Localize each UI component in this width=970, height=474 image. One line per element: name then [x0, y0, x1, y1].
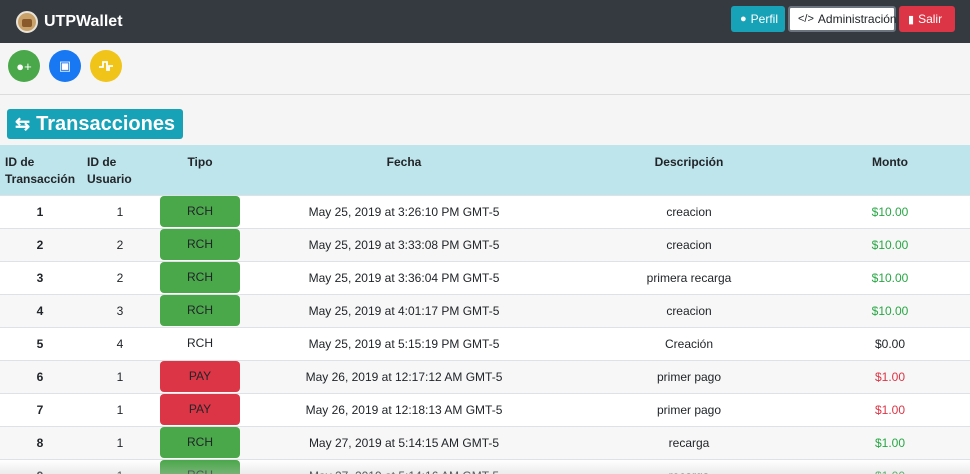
header-monto: Monto: [872, 155, 908, 169]
table-row: 1 1 RCH May 25, 2019 at 3:26:10 PM GMT-5 cre…: [0, 195, 970, 228]
fecha-cell: May 25, 2019 at 3:33:08 PM GMT-5: [308, 237, 500, 252]
transaction-id: 3: [36, 270, 44, 285]
header-user-id: ID de Usuario: [87, 155, 132, 186]
table-row: 3 2 RCH May 25, 2019 at 3:36:04 PM GMT-5 pri…: [0, 261, 970, 294]
transactions-table: ID de Transacción ID de Usuario Tipo Fecha…: [0, 145, 970, 474]
fecha-cell: May 25, 2019 at 5:15:19 PM GMT-5: [308, 336, 500, 351]
user-icon: ●: [740, 13, 747, 25]
action-buttons: ●+ ▣: [8, 50, 122, 82]
descripcion-cell: recarga: [668, 435, 710, 450]
descripcion-cell: primer pago: [656, 369, 722, 384]
monto-cell: $10.00: [871, 270, 909, 285]
section-title: ⇆ Transacciones: [7, 109, 184, 139]
tipo-badge: PAY: [160, 361, 240, 392]
tipo-cell: PAY: [160, 360, 240, 393]
tipo-cell: RCH: [160, 228, 240, 261]
monto-cell: $1.00: [874, 402, 906, 417]
tipo-badge: RCH: [160, 427, 240, 458]
table-row: 5 4 RCH May 25, 2019 at 5:15:19 PM GMT-5 Cre…: [0, 327, 970, 360]
header-fecha: Fecha: [386, 155, 422, 169]
transaction-id: 6: [36, 369, 44, 384]
user-id: 1: [116, 204, 124, 219]
table-row: 7 1 PAY May 26, 2019 at 12:18:13 AM GMT-5 pr…: [0, 393, 970, 426]
header-tipo: Tipo: [187, 155, 213, 169]
transaction-id: 8: [36, 435, 44, 450]
divider: [0, 94, 970, 95]
tipo-badge: RCH: [160, 196, 240, 227]
salir-label: Salir: [918, 12, 943, 26]
fecha-cell: May 27, 2019 at 5:14:15 AM GMT-5: [308, 435, 500, 450]
fecha-cell: May 25, 2019 at 3:36:04 PM GMT-5: [308, 270, 500, 285]
brand[interactable]: UTPWallet: [16, 10, 123, 33]
pulse-icon: [99, 61, 113, 71]
code-icon: </>: [798, 13, 814, 25]
tipo-badge: RCH: [187, 336, 213, 350]
tipo-cell: PAY: [160, 393, 240, 426]
salir-button[interactable]: ▮ Salir: [899, 6, 955, 32]
descripcion-cell: creacion: [666, 237, 712, 252]
tipo-badge: RCH: [160, 262, 240, 293]
descripcion-cell: creacion: [666, 303, 712, 318]
tipo-cell: RCH: [160, 426, 240, 459]
transaction-id: 1: [36, 204, 44, 219]
wallet-icon: ▣: [58, 58, 72, 73]
monto-cell: $0.00: [874, 336, 906, 351]
monto-cell: $10.00: [871, 204, 909, 219]
fecha-cell: May 25, 2019 at 4:01:17 PM GMT-5: [308, 303, 500, 318]
tipo-cell: RCH: [160, 327, 240, 360]
fecha-cell: May 25, 2019 at 3:26:10 PM GMT-5: [308, 204, 500, 219]
table-row: 8 1 RCH May 27, 2019 at 5:14:15 AM GMT-5 rec…: [0, 426, 970, 459]
table-header-row: ID de Transacción ID de Usuario Tipo Fecha…: [0, 145, 970, 195]
exchange-arrows-icon: ⇆: [15, 113, 31, 134]
user-id: 1: [116, 435, 124, 450]
descripcion-cell: primer pago: [656, 402, 722, 417]
add-user-button[interactable]: ●+: [8, 50, 40, 82]
user-id: 4: [116, 336, 124, 351]
tipo-cell: RCH: [160, 195, 240, 228]
tipo-cell: RCH: [160, 261, 240, 294]
section-title-text: Transacciones: [36, 112, 176, 135]
transaction-id: 2: [36, 237, 44, 252]
table-row: 2 2 RCH May 25, 2019 at 3:33:08 PM GMT-5 cre…: [0, 228, 970, 261]
tipo-badge: PAY: [160, 394, 240, 425]
tipo-badge: RCH: [160, 229, 240, 260]
table-row: 4 3 RCH May 25, 2019 at 4:01:17 PM GMT-5 cre…: [0, 294, 970, 327]
descripcion-cell: primera recarga: [646, 270, 732, 285]
fecha-cell: May 26, 2019 at 12:18:13 AM GMT-5: [305, 402, 503, 417]
user-id: 1: [116, 369, 124, 384]
administracion-button[interactable]: </> Administración: [788, 6, 897, 32]
transaction-id: 4: [36, 303, 44, 318]
monto-cell: $1.00: [874, 369, 906, 384]
scroll-shadow: [0, 460, 970, 474]
top-navbar: UTPWallet ● Perfil </> Administración ▮ …: [0, 0, 970, 43]
brand-name: UTPWallet: [44, 12, 123, 30]
monto-cell: $1.00: [874, 435, 906, 450]
wallet-button[interactable]: ▣: [49, 50, 81, 82]
wallet-logo-icon: [16, 10, 38, 33]
header-transaction-id: ID de Transacción: [5, 155, 76, 186]
user-id: 2: [116, 237, 124, 252]
transaction-id: 5: [36, 336, 44, 351]
fecha-cell: May 26, 2019 at 12:17:12 AM GMT-5: [305, 369, 503, 384]
activity-button[interactable]: [90, 50, 122, 82]
nav-actions: ● Perfil </> Administración ▮ Salir: [731, 6, 955, 32]
table-row: 6 1 PAY May 26, 2019 at 12:17:12 AM GMT-5 pr…: [0, 360, 970, 393]
table-body: 1 1 RCH May 25, 2019 at 3:26:10 PM GMT-5 cre…: [0, 195, 970, 474]
add-user-icon: ●+: [16, 58, 32, 74]
user-id: 3: [116, 303, 124, 318]
transaction-id: 7: [36, 402, 44, 417]
tipo-cell: RCH: [160, 294, 240, 327]
perfil-button[interactable]: ● Perfil: [731, 6, 785, 32]
monto-cell: $10.00: [871, 303, 909, 318]
admin-label: Administración: [817, 12, 897, 26]
header-descripcion: Descripción: [654, 155, 724, 169]
user-id: 2: [116, 270, 124, 285]
user-id: 1: [116, 402, 124, 417]
monto-cell: $10.00: [871, 237, 909, 252]
tipo-badge: RCH: [160, 295, 240, 326]
descripcion-cell: Creación: [664, 336, 714, 351]
descripcion-cell: creacion: [666, 204, 712, 219]
perfil-label: Perfil: [750, 12, 778, 26]
logout-icon: ▮: [908, 13, 915, 26]
